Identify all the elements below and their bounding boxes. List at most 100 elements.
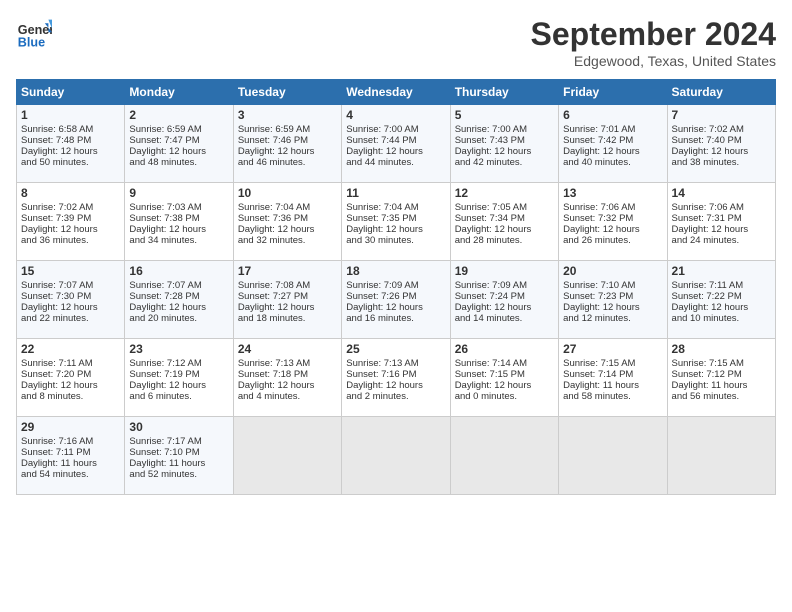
day-number: 28 bbox=[672, 342, 771, 356]
day-info: Sunrise: 7:05 AM bbox=[455, 202, 554, 213]
table-row: 22Sunrise: 7:11 AMSunset: 7:20 PMDayligh… bbox=[17, 339, 776, 417]
table-cell: 20Sunrise: 7:10 AMSunset: 7:23 PMDayligh… bbox=[559, 261, 667, 339]
day-info: Sunset: 7:46 PM bbox=[238, 135, 337, 146]
day-info: Daylight: 12 hours bbox=[21, 224, 120, 235]
table-cell: 3Sunrise: 6:59 AMSunset: 7:46 PMDaylight… bbox=[233, 105, 341, 183]
day-info: Sunrise: 7:13 AM bbox=[346, 358, 445, 369]
day-info: Daylight: 11 hours bbox=[563, 380, 662, 391]
page-header: General Blue September 2024 Edgewood, Te… bbox=[16, 16, 776, 69]
table-row: 15Sunrise: 7:07 AMSunset: 7:30 PMDayligh… bbox=[17, 261, 776, 339]
day-info: Sunset: 7:28 PM bbox=[129, 291, 228, 302]
table-cell: 12Sunrise: 7:05 AMSunset: 7:34 PMDayligh… bbox=[450, 183, 558, 261]
table-cell: 30Sunrise: 7:17 AMSunset: 7:10 PMDayligh… bbox=[125, 417, 233, 495]
day-info: Sunset: 7:20 PM bbox=[21, 369, 120, 380]
col-wednesday: Wednesday bbox=[342, 80, 450, 105]
day-number: 29 bbox=[21, 420, 120, 434]
day-info: Sunrise: 7:16 AM bbox=[21, 436, 120, 447]
table-cell: 6Sunrise: 7:01 AMSunset: 7:42 PMDaylight… bbox=[559, 105, 667, 183]
day-info: Sunset: 7:27 PM bbox=[238, 291, 337, 302]
day-info: and 48 minutes. bbox=[129, 157, 228, 168]
day-info: Sunrise: 7:07 AM bbox=[21, 280, 120, 291]
day-info: Sunset: 7:18 PM bbox=[238, 369, 337, 380]
day-info: and 0 minutes. bbox=[455, 391, 554, 402]
day-number: 20 bbox=[563, 264, 662, 278]
subtitle: Edgewood, Texas, United States bbox=[531, 53, 776, 69]
day-number: 12 bbox=[455, 186, 554, 200]
logo: General Blue bbox=[16, 16, 52, 52]
table-row: 1Sunrise: 6:58 AMSunset: 7:48 PMDaylight… bbox=[17, 105, 776, 183]
day-info: and 46 minutes. bbox=[238, 157, 337, 168]
day-number: 14 bbox=[672, 186, 771, 200]
day-info: Sunrise: 7:04 AM bbox=[238, 202, 337, 213]
table-cell: 23Sunrise: 7:12 AMSunset: 7:19 PMDayligh… bbox=[125, 339, 233, 417]
table-cell: 2Sunrise: 6:59 AMSunset: 7:47 PMDaylight… bbox=[125, 105, 233, 183]
day-info: Sunset: 7:31 PM bbox=[672, 213, 771, 224]
table-cell bbox=[667, 417, 775, 495]
day-info: Sunrise: 7:03 AM bbox=[129, 202, 228, 213]
day-info: and 32 minutes. bbox=[238, 235, 337, 246]
day-info: Sunset: 7:30 PM bbox=[21, 291, 120, 302]
day-info: and 12 minutes. bbox=[563, 313, 662, 324]
day-info: and 40 minutes. bbox=[563, 157, 662, 168]
day-info: Sunset: 7:32 PM bbox=[563, 213, 662, 224]
day-info: and 24 minutes. bbox=[672, 235, 771, 246]
day-info: and 4 minutes. bbox=[238, 391, 337, 402]
day-info: and 50 minutes. bbox=[21, 157, 120, 168]
table-cell: 1Sunrise: 6:58 AMSunset: 7:48 PMDaylight… bbox=[17, 105, 125, 183]
day-info: Sunset: 7:23 PM bbox=[563, 291, 662, 302]
day-info: Sunset: 7:43 PM bbox=[455, 135, 554, 146]
day-number: 23 bbox=[129, 342, 228, 356]
table-cell: 29Sunrise: 7:16 AMSunset: 7:11 PMDayligh… bbox=[17, 417, 125, 495]
day-info: Daylight: 12 hours bbox=[455, 380, 554, 391]
table-cell bbox=[342, 417, 450, 495]
table-row: 8Sunrise: 7:02 AMSunset: 7:39 PMDaylight… bbox=[17, 183, 776, 261]
day-info: Daylight: 12 hours bbox=[129, 224, 228, 235]
day-info: Daylight: 12 hours bbox=[21, 302, 120, 313]
day-info: and 8 minutes. bbox=[21, 391, 120, 402]
table-cell: 18Sunrise: 7:09 AMSunset: 7:26 PMDayligh… bbox=[342, 261, 450, 339]
svg-text:Blue: Blue bbox=[18, 36, 45, 50]
day-info: Daylight: 12 hours bbox=[672, 224, 771, 235]
table-cell: 21Sunrise: 7:11 AMSunset: 7:22 PMDayligh… bbox=[667, 261, 775, 339]
col-tuesday: Tuesday bbox=[233, 80, 341, 105]
day-info: Sunrise: 6:59 AM bbox=[129, 124, 228, 135]
day-info: and 30 minutes. bbox=[346, 235, 445, 246]
day-info: Sunrise: 7:12 AM bbox=[129, 358, 228, 369]
day-info: Sunset: 7:38 PM bbox=[129, 213, 228, 224]
day-info: Sunrise: 7:07 AM bbox=[129, 280, 228, 291]
day-number: 2 bbox=[129, 108, 228, 122]
day-info: and 34 minutes. bbox=[129, 235, 228, 246]
table-cell: 26Sunrise: 7:14 AMSunset: 7:15 PMDayligh… bbox=[450, 339, 558, 417]
day-number: 3 bbox=[238, 108, 337, 122]
day-info: Sunrise: 7:14 AM bbox=[455, 358, 554, 369]
col-sunday: Sunday bbox=[17, 80, 125, 105]
day-info: and 54 minutes. bbox=[21, 469, 120, 480]
calendar-table: Sunday Monday Tuesday Wednesday Thursday… bbox=[16, 79, 776, 495]
day-info: Sunset: 7:12 PM bbox=[672, 369, 771, 380]
day-number: 8 bbox=[21, 186, 120, 200]
day-info: Sunset: 7:26 PM bbox=[346, 291, 445, 302]
table-cell: 16Sunrise: 7:07 AMSunset: 7:28 PMDayligh… bbox=[125, 261, 233, 339]
day-number: 9 bbox=[129, 186, 228, 200]
day-number: 13 bbox=[563, 186, 662, 200]
day-info: Daylight: 12 hours bbox=[21, 380, 120, 391]
table-cell bbox=[450, 417, 558, 495]
day-info: and 16 minutes. bbox=[346, 313, 445, 324]
day-info: Sunrise: 7:02 AM bbox=[21, 202, 120, 213]
day-number: 6 bbox=[563, 108, 662, 122]
day-info: Sunrise: 7:04 AM bbox=[346, 202, 445, 213]
day-number: 4 bbox=[346, 108, 445, 122]
day-info: Sunset: 7:11 PM bbox=[21, 447, 120, 458]
day-number: 18 bbox=[346, 264, 445, 278]
header-row: Sunday Monday Tuesday Wednesday Thursday… bbox=[17, 80, 776, 105]
day-info: Daylight: 12 hours bbox=[238, 224, 337, 235]
table-cell: 4Sunrise: 7:00 AMSunset: 7:44 PMDaylight… bbox=[342, 105, 450, 183]
day-number: 1 bbox=[21, 108, 120, 122]
day-info: Daylight: 12 hours bbox=[346, 380, 445, 391]
day-info: Daylight: 12 hours bbox=[238, 146, 337, 157]
table-cell: 9 Sunrise: 7:03 AMSunset: 7:38 PMDaylight… bbox=[125, 183, 233, 261]
day-info: and 44 minutes. bbox=[346, 157, 445, 168]
title-block: September 2024 Edgewood, Texas, United S… bbox=[531, 16, 776, 69]
day-info: and 18 minutes. bbox=[238, 313, 337, 324]
day-info: and 2 minutes. bbox=[346, 391, 445, 402]
